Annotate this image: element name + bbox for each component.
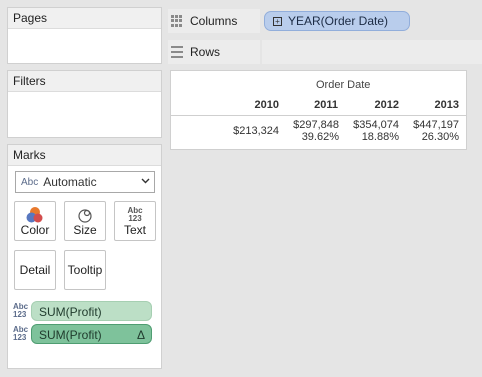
- table-calc-delta-icon: Δ: [136, 328, 145, 342]
- columns-label: Columns: [190, 14, 238, 28]
- year-header: 2012: [374, 99, 399, 111]
- percent-change: 26.30%: [421, 131, 459, 143]
- percent-change: 18.88%: [361, 131, 399, 143]
- text-icon-123: 123: [128, 214, 142, 223]
- rows-shelf-label: Rows: [168, 40, 260, 64]
- filters-card: Filters: [7, 70, 162, 138]
- profit-value: $447,197: [413, 119, 459, 131]
- marks-card: Marks Abc Automatic Color Size Abc 123 T…: [7, 144, 162, 369]
- view-table: Order Date 2010 2011 2012 2013 $213,324 …: [170, 70, 467, 150]
- year-header: 2010: [254, 99, 279, 111]
- marks-field-row: Abc 123 SUM(Profit): [13, 300, 152, 322]
- value-cell: $297,848 39.62%: [279, 119, 339, 143]
- expand-icon[interactable]: +: [273, 16, 282, 26]
- color-button[interactable]: Color: [14, 201, 56, 241]
- size-icon: [65, 205, 105, 225]
- mark-type-value: Automatic: [43, 175, 97, 189]
- rows-label: Rows: [190, 45, 221, 59]
- chevron-down-icon: [141, 176, 150, 188]
- tooltip-button[interactable]: Tooltip: [64, 250, 106, 290]
- text-encoding-icon: Abc 123: [13, 326, 31, 342]
- text-icon: Abc 123: [115, 205, 155, 225]
- year-order-date-pill[interactable]: + YEAR(Order Date): [264, 11, 410, 31]
- profit-value: $297,848: [293, 119, 339, 131]
- text-label: Text: [123, 223, 146, 237]
- color-icon: [15, 205, 55, 225]
- filters-title: Filters: [8, 71, 161, 92]
- header-divider: [171, 115, 466, 116]
- pages-card: Pages: [7, 7, 162, 64]
- text-encoding-icon: Abc 123: [13, 303, 31, 319]
- columns-shelf-label: Columns: [168, 9, 260, 33]
- text-button[interactable]: Abc 123 Text: [114, 201, 156, 241]
- pill-label: YEAR(Order Date): [288, 14, 389, 28]
- tooltip-label: Tooltip: [67, 263, 103, 277]
- sum-profit-pill[interactable]: SUM(Profit): [31, 301, 152, 321]
- value-cell: $447,197 26.30%: [399, 119, 459, 143]
- value-cell: $354,074 18.88%: [339, 119, 399, 143]
- size-button[interactable]: Size: [64, 201, 106, 241]
- pill-label: SUM(Profit): [39, 305, 102, 319]
- pages-title: Pages: [8, 8, 161, 29]
- sum-profit-table-calc-pill[interactable]: SUM(Profit) Δ: [31, 324, 152, 344]
- pill-label: SUM(Profit): [39, 328, 102, 342]
- marks-title: Marks: [8, 145, 161, 166]
- field-type-123: 123: [13, 310, 27, 319]
- percent-change: 39.62%: [301, 131, 339, 143]
- year-header: 2013: [434, 99, 459, 111]
- rows-drop-area[interactable]: [262, 40, 482, 64]
- detail-label: Detail: [19, 263, 51, 277]
- table-bottom-border: [171, 149, 466, 150]
- rows-shelf: Rows: [168, 40, 482, 64]
- order-date-header[interactable]: Order Date: [316, 79, 370, 91]
- mark-type-abc-icon: Abc: [21, 176, 39, 188]
- marks-field-row: Abc 123 SUM(Profit) Δ: [13, 323, 152, 345]
- year-header: 2011: [314, 99, 338, 111]
- rows-icon: [171, 46, 183, 58]
- field-type-123: 123: [13, 333, 27, 342]
- size-label: Size: [73, 223, 97, 237]
- color-label: Color: [20, 223, 50, 237]
- columns-icon: [171, 15, 183, 27]
- profit-value: $213,324: [233, 125, 279, 137]
- value-cell: $213,324: [219, 125, 279, 137]
- detail-button[interactable]: Detail: [14, 250, 56, 290]
- mark-type-dropdown[interactable]: Abc Automatic: [15, 171, 155, 193]
- columns-shelf: Columns + YEAR(Order Date): [168, 9, 482, 33]
- profit-value: $354,074: [353, 119, 399, 131]
